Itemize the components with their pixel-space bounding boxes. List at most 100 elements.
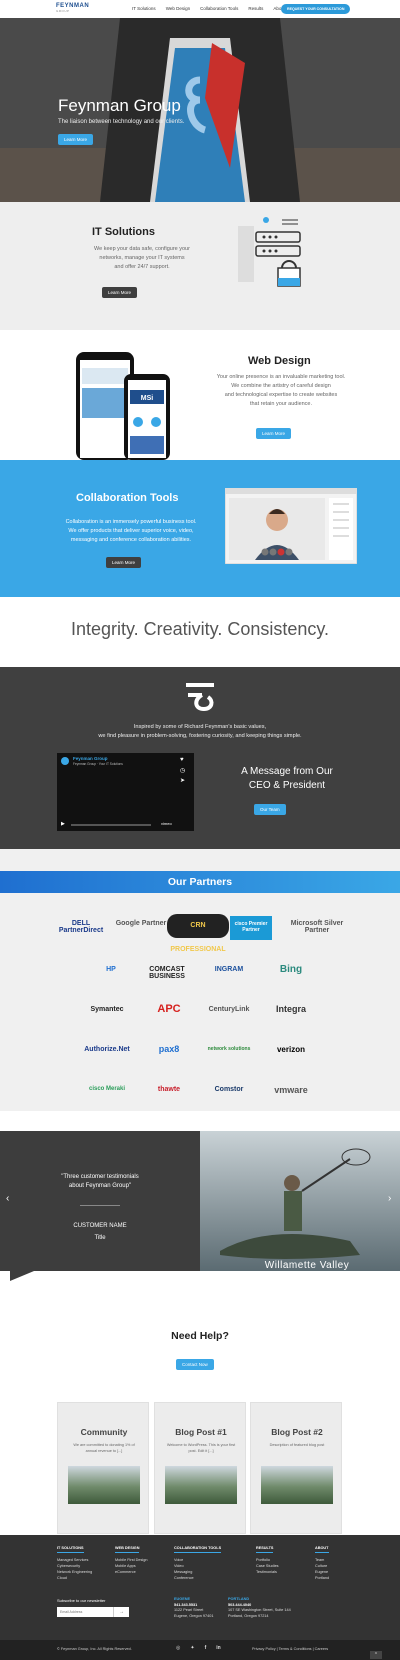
card-blog-post-2[interactable]: Blog Post #2 Description of featured blo… bbox=[250, 1402, 342, 1534]
web-design-title: Web Design bbox=[248, 355, 311, 367]
footer-col-heading: RESULTS bbox=[256, 1545, 274, 1553]
top-nav: FEYNMAN GROUP IT Solutions Web Design Col… bbox=[0, 0, 400, 18]
instagram-icon[interactable]: ◎ bbox=[176, 1645, 180, 1651]
footer-link[interactable]: eCommerce bbox=[115, 1569, 148, 1575]
server-lock-icon bbox=[238, 217, 301, 287]
request-consultation-button[interactable]: REQUEST YOUR CONSULTATION bbox=[281, 4, 351, 14]
nav-links: IT Solutions Web Design Collaboration To… bbox=[132, 6, 285, 11]
hero-section: Feynman Group The liaison between techno… bbox=[0, 18, 400, 202]
integra-logo: Integra bbox=[275, 1004, 306, 1014]
network-solutions-logo: network solutions bbox=[207, 1046, 251, 1052]
testimonial-photo bbox=[200, 1131, 400, 1271]
it-text-line: networks, manage your IT systems bbox=[99, 255, 185, 261]
nav-item-results[interactable]: Results bbox=[248, 6, 263, 11]
photo-caption-line1: Willamette Valley bbox=[264, 1260, 350, 1271]
newsletter-submit-icon[interactable]: → bbox=[113, 1607, 129, 1617]
our-team-button[interactable]: Our Team bbox=[254, 804, 286, 815]
footer-col-collab: COLLABORATION TOOLS Voice Video Messaging C… bbox=[174, 1545, 222, 1581]
web-text-line: that retain your audience. bbox=[249, 401, 313, 407]
share-icon[interactable]: ➤ bbox=[180, 777, 185, 784]
partners-title: Our Partners bbox=[0, 871, 400, 893]
play-icon[interactable]: ▶ bbox=[61, 821, 65, 827]
footer-col-web: WEB DESIGN Mobile First Design Mobile App… bbox=[115, 1545, 148, 1575]
logo-subtext: GROUP bbox=[56, 9, 70, 13]
watch-later-icon[interactable]: ◷ bbox=[180, 767, 185, 774]
google-partner-logo: Google Partner bbox=[115, 920, 167, 927]
hero-learn-more-button[interactable]: Learn More bbox=[58, 134, 94, 145]
carousel-next-arrow-icon[interactable]: › bbox=[388, 1193, 391, 1204]
site-footer: IT SOLUTIONS Managed Services Cybersecuri… bbox=[0, 1535, 400, 1660]
newsletter-email-input[interactable] bbox=[57, 1607, 113, 1617]
card-thumbnail[interactable] bbox=[68, 1466, 140, 1504]
office-address: 107 SE Washington Street, Suite 144 bbox=[228, 1608, 291, 1612]
card-community[interactable]: Community We are committed to donating 1… bbox=[57, 1402, 149, 1534]
footer-link[interactable]: Testimonials bbox=[256, 1569, 279, 1575]
newsletter-label: Subscribe to our newsletter bbox=[57, 1598, 106, 1603]
ceo-intro-line: we find pleasure in problem-solving, fos… bbox=[98, 733, 302, 739]
linkedin-icon[interactable]: in bbox=[216, 1645, 220, 1651]
ceo-heading: A Message from Our CEO & President bbox=[212, 765, 362, 793]
card-thumbnail[interactable] bbox=[165, 1466, 237, 1504]
it-learn-more-button[interactable]: Learn More bbox=[102, 287, 138, 298]
web-learn-more-button[interactable]: Learn More bbox=[256, 428, 292, 439]
ceo-video-player[interactable]: Feynman Group Feynman Group · Your IT So… bbox=[57, 753, 194, 831]
divider bbox=[80, 1205, 120, 1206]
ceo-intro-line: Inspired by some of Richard Feynman's ba… bbox=[133, 724, 267, 730]
legal-links[interactable]: Privacy Policy | Terms & Conditions | Ca… bbox=[252, 1647, 328, 1651]
ceo-heading-line: A Message from Our bbox=[241, 766, 333, 777]
office-address: Eugene, Oregon 97401 bbox=[174, 1613, 214, 1618]
footer-link[interactable]: Cloud bbox=[57, 1575, 92, 1581]
cisco-meraki-logo: cisco Meraki bbox=[88, 1086, 126, 1092]
video-progress-bar[interactable] bbox=[71, 824, 151, 826]
footer-link[interactable]: Conference bbox=[174, 1575, 221, 1581]
site-logo[interactable]: FEYNMAN GROUP bbox=[56, 3, 89, 13]
collab-learn-more-button[interactable]: Learn More bbox=[106, 557, 142, 568]
hero-title: Feynman Group bbox=[58, 96, 181, 115]
copyright-text: © Feynman Group, Inc. All Rights Reserve… bbox=[57, 1647, 132, 1651]
carousel-prev-arrow-icon[interactable]: ‹ bbox=[6, 1193, 9, 1204]
nav-item-it-solutions[interactable]: IT Solutions bbox=[132, 6, 156, 11]
microsoft-partner-logo: Microsoft Silver Partner bbox=[290, 920, 344, 934]
phones-mockup-image: MSi bbox=[76, 352, 170, 460]
footer-link[interactable]: Portland bbox=[315, 1575, 329, 1581]
values-headline: Integrity. Creativity. Consistency. bbox=[70, 619, 330, 639]
card-blog-post-1[interactable]: Blog Post #1 Welcome to WordPress. This … bbox=[154, 1402, 246, 1534]
footer-col-heading: COLLABORATION TOOLS bbox=[174, 1545, 222, 1553]
customer-name: CUSTOMER NAME bbox=[73, 1223, 127, 1229]
footer-col-it: IT SOLUTIONS Managed Services Cybersecuri… bbox=[57, 1545, 92, 1581]
card-thumbnail[interactable] bbox=[261, 1466, 333, 1504]
hp-logo: HP bbox=[106, 966, 116, 973]
contact-now-button[interactable]: Contact Now bbox=[176, 1359, 214, 1370]
office-address: Portland, Oregon 97214 bbox=[228, 1613, 269, 1618]
back-to-top-icon[interactable]: ⌃ bbox=[370, 1651, 382, 1659]
facebook-icon[interactable]: f bbox=[205, 1645, 207, 1651]
collaboration-text: Collaboration is an immensely powerful b… bbox=[46, 518, 216, 545]
social-links: ◎ ✦ f in bbox=[176, 1645, 221, 1651]
footer-col-heading: WEB DESIGN bbox=[115, 1545, 140, 1553]
customer-title: Title bbox=[94, 1235, 106, 1241]
card-title: Blog Post #2 bbox=[271, 1427, 323, 1437]
like-icon[interactable]: ♥ bbox=[180, 757, 184, 763]
channel-avatar bbox=[61, 757, 69, 765]
office-portland: PORTLAND 503.444.4040 107 SE Washington … bbox=[228, 1597, 291, 1619]
web-text-line: and technological expertise to create we… bbox=[224, 392, 338, 398]
footer-col-heading: IT SOLUTIONS bbox=[57, 1545, 84, 1553]
web-design-section: MSi Web Design Your online presence is a… bbox=[0, 330, 400, 460]
partners-section: Our Partners DELL PartnerDirect Google P… bbox=[0, 849, 400, 1111]
collab-text-line: We offer products that deliver superior … bbox=[68, 528, 194, 534]
hero-subtitle: The liaison between technology and our c… bbox=[58, 119, 185, 125]
video-title: Feynman Group bbox=[73, 756, 108, 761]
twitter-icon[interactable]: ✦ bbox=[190, 1645, 194, 1651]
authorize-net-logo: Authorize.Net bbox=[84, 1046, 130, 1053]
it-solutions-title: IT Solutions bbox=[92, 226, 155, 238]
nav-item-web-design[interactable]: Web Design bbox=[166, 6, 190, 11]
ceo-intro-text: Inspired by some of Richard Feynman's ba… bbox=[0, 723, 400, 741]
collaboration-tools-section: Collaboration Tools Collaboration is an … bbox=[0, 460, 400, 597]
verizon-logo: verizon bbox=[276, 1045, 305, 1054]
dell-partner-logo: DELL PartnerDirect bbox=[58, 920, 104, 934]
nav-item-collaboration-tools[interactable]: Collaboration Tools bbox=[200, 6, 238, 11]
crn-professional-logo: CRN PROFESSIONAL bbox=[167, 914, 229, 953]
vimeo-icon[interactable]: vimeo bbox=[161, 821, 172, 826]
ingram-logo: INGRAM bbox=[214, 966, 244, 973]
collab-text-line: Collaboration is an immensely powerful b… bbox=[65, 519, 197, 525]
